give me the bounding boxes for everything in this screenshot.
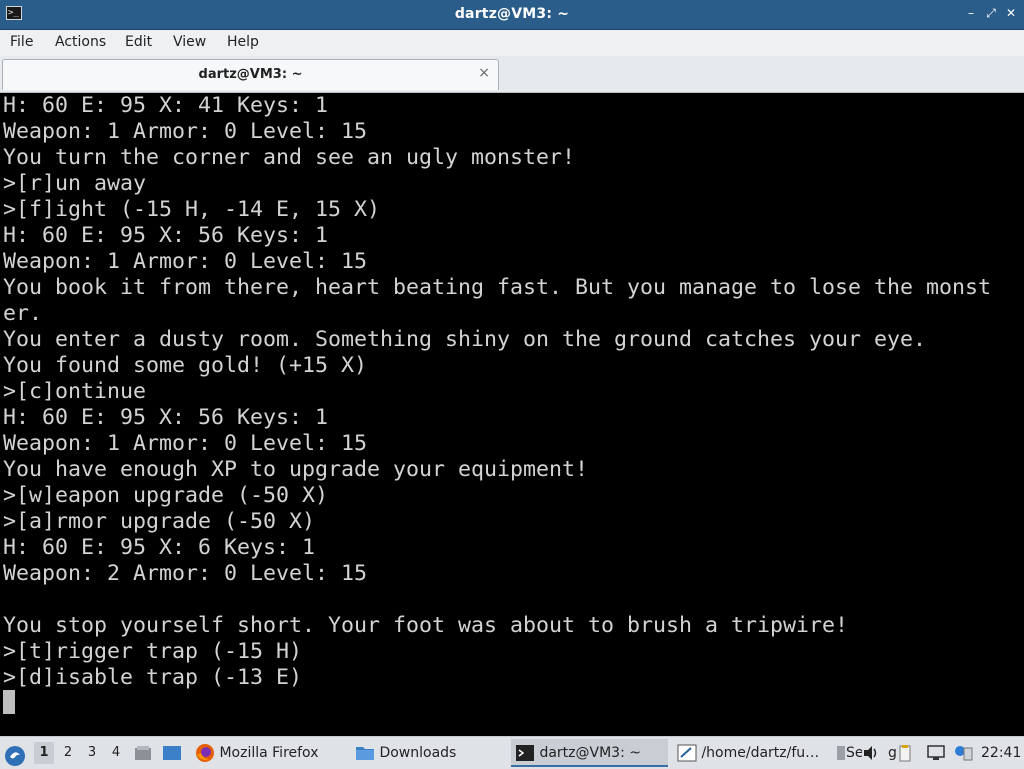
task-terminal[interactable]: dartz@VM3: ~ bbox=[511, 739, 668, 767]
menu-bar: File Actions Edit View Help bbox=[0, 30, 1024, 56]
terminal-line: >[t]rigger trap (-15 H) bbox=[3, 639, 303, 664]
terminal-line: H: 60 E: 95 X: 56 Keys: 1 bbox=[3, 223, 329, 248]
task-label-text-editor: /home/dartz/fu… bbox=[701, 745, 820, 761]
terminal-tab[interactable]: dartz@VM3: ~ × bbox=[2, 59, 499, 90]
terminal-line: You enter a dusty room. Something shiny … bbox=[3, 327, 927, 352]
file-manager-launcher[interactable] bbox=[134, 737, 154, 769]
task-downloads[interactable]: Downloads bbox=[353, 739, 505, 767]
terminal-line: You turn the corner and see an ugly mons… bbox=[3, 145, 576, 170]
task-label-other: Se bbox=[846, 745, 862, 761]
desktop-icon bbox=[163, 746, 181, 760]
tab-label: dartz@VM3: ~ bbox=[198, 67, 303, 82]
terminal-line: Weapon: 2 Armor: 0 Level: 15 bbox=[3, 561, 368, 586]
workspace-2[interactable]: 2 bbox=[58, 742, 78, 764]
terminal-scrollbar[interactable] bbox=[1018, 93, 1024, 736]
menu-file[interactable]: File bbox=[10, 34, 33, 50]
clipboard-icon[interactable] bbox=[899, 737, 913, 769]
tab-close-icon[interactable]: × bbox=[478, 65, 490, 81]
terminal-line: >[w]eapon upgrade (-50 X) bbox=[3, 483, 329, 508]
task-label-terminal: dartz@VM3: ~ bbox=[539, 745, 641, 761]
terminal-line: >[f]ight (-15 H, -14 E, 15 X) bbox=[3, 197, 381, 222]
workspace-1[interactable]: 1 bbox=[34, 742, 54, 764]
volume-icon[interactable] bbox=[862, 737, 882, 769]
terminal-line: H: 60 E: 95 X: 56 Keys: 1 bbox=[3, 405, 329, 430]
app-icon bbox=[837, 746, 845, 760]
lxqt-logo-icon bbox=[5, 745, 25, 766]
terminal-line: >[a]rmor upgrade (-50 X) bbox=[3, 509, 316, 534]
file-manager-icon bbox=[135, 746, 151, 760]
start-menu-button[interactable] bbox=[4, 737, 30, 769]
terminal-cursor bbox=[3, 690, 15, 714]
maximize-button[interactable]: ⤢ bbox=[983, 5, 999, 21]
menu-view[interactable]: View bbox=[173, 34, 206, 50]
tray-text: g bbox=[888, 745, 897, 761]
show-desktop-button[interactable] bbox=[162, 737, 184, 769]
task-text-editor[interactable]: /home/dartz/fu… bbox=[674, 739, 832, 767]
menu-edit[interactable]: Edit bbox=[125, 34, 152, 50]
terminal-line: You book it from there, heart beating fa… bbox=[3, 275, 992, 300]
window-title: dartz@VM3: ~ bbox=[454, 6, 570, 22]
firefox-icon bbox=[196, 744, 214, 762]
terminal-line: H: 60 E: 95 X: 41 Keys: 1 bbox=[3, 93, 329, 118]
terminal-line: >[r]un away bbox=[3, 171, 147, 196]
workspace-4[interactable]: 4 bbox=[106, 742, 126, 764]
menu-help[interactable]: Help bbox=[227, 34, 259, 50]
terminal-line: You stop yourself short. Your foot was a… bbox=[3, 613, 849, 638]
clock[interactable]: 22:41 bbox=[981, 737, 1023, 769]
network-icon[interactable] bbox=[926, 737, 948, 769]
terminal-line: >[c]ontinue bbox=[3, 379, 147, 404]
terminal-line: You found some gold! (+15 X) bbox=[3, 353, 368, 378]
terminal-line: Weapon: 1 Armor: 0 Level: 15 bbox=[3, 431, 368, 456]
task-label-firefox: Mozilla Firefox bbox=[219, 745, 319, 761]
terminal-line: Weapon: 1 Armor: 0 Level: 15 bbox=[3, 119, 368, 144]
terminal-view[interactable]: H: 60 E: 95 X: 41 Keys: 1 Weapon: 1 Armor… bbox=[0, 93, 1024, 736]
terminal-icon bbox=[516, 745, 534, 761]
workspace-3[interactable]: 3 bbox=[82, 742, 102, 764]
task-firefox[interactable]: Mozilla Firefox bbox=[192, 739, 346, 767]
text-editor-icon bbox=[677, 744, 697, 762]
terminal-line: >[d]isable trap (-13 E) bbox=[3, 665, 303, 690]
taskbar: 1 2 3 4 Mozilla Firefox Downloads dartz@… bbox=[0, 736, 1024, 769]
task-other[interactable]: Se bbox=[836, 739, 862, 767]
terminal-line: er. bbox=[3, 301, 43, 326]
terminal-output: H: 60 E: 95 X: 41 Keys: 1 Weapon: 1 Armor… bbox=[3, 93, 991, 691]
close-button[interactable]: ✕ bbox=[1003, 5, 1019, 21]
minimize-button[interactable]: – bbox=[963, 5, 979, 21]
tab-bar: dartz@VM3: ~ × bbox=[0, 56, 1024, 93]
task-label-downloads: Downloads bbox=[379, 745, 457, 761]
window-titlebar: >_ dartz@VM3: ~ – ⤢ ✕ bbox=[0, 0, 1024, 30]
update-notifier-icon[interactable] bbox=[953, 737, 975, 769]
folder-icon bbox=[356, 747, 374, 760]
terminal-line: You have enough XP to upgrade your equip… bbox=[3, 457, 589, 482]
terminal-line: H: 60 E: 95 X: 6 Keys: 1 bbox=[3, 535, 316, 560]
menu-actions[interactable]: Actions bbox=[55, 34, 106, 50]
terminal-line: Weapon: 1 Armor: 0 Level: 15 bbox=[3, 249, 368, 274]
